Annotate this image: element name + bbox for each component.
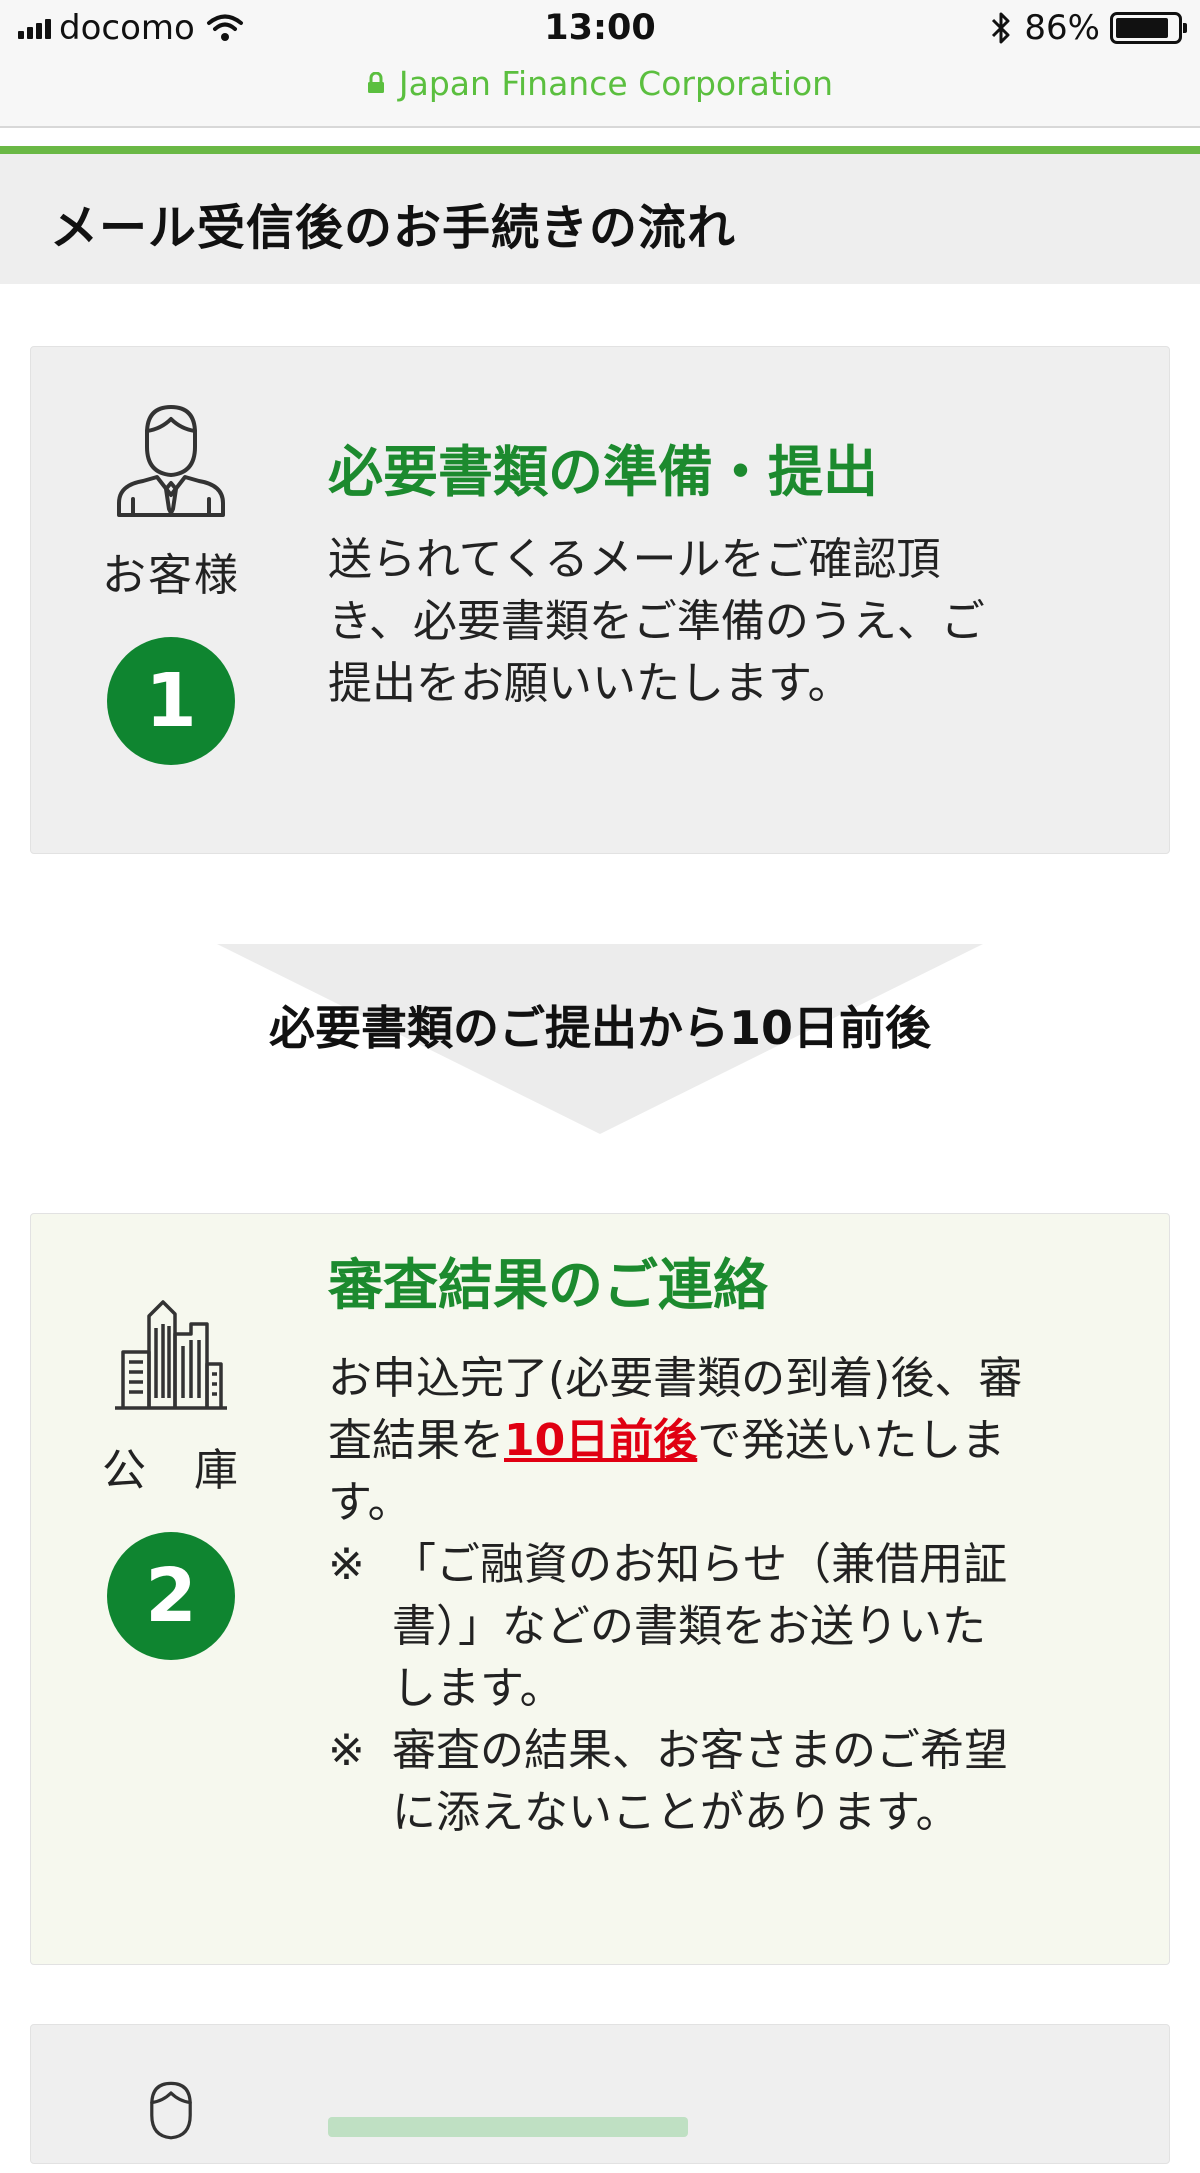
step-2-line: す。 [328,1477,412,1528]
battery-icon [1110,12,1187,44]
step-2-line-text: 査結果を [328,1415,504,1466]
highlight-days: 10日前後 [504,1415,698,1466]
customer-person-icon [150,2081,192,2140]
site-address[interactable]: Japan Finance Corporation [0,64,1200,103]
site-name: Japan Finance Corporation [398,64,834,103]
step-2-line: お申込完了(必要書類の到着)後、審 [328,1353,1023,1404]
browser-url-bar[interactable]: Japan Finance Corporation [0,56,1200,128]
step-1-actor: お客様 1 [31,399,311,765]
step-1-line: 送られてくるメールをご確認頂 [328,534,941,585]
step-1-number: 1 [107,637,235,765]
step-card-3 [30,2024,1170,2164]
step-3-title-fragment [328,2117,688,2137]
page-title: メール受信後のお手続きの流れ [50,200,737,256]
section-header: メール受信後のお手続きの流れ [0,154,1200,284]
note-mark: ※ [328,1725,365,1776]
step-2-note-1: ※ 「ご融資のお知らせ（兼借用証 書）」などの書類をお送りいた します。 [328,1534,1139,1720]
step-2-number: 2 [107,1532,235,1660]
step-2-description: お申込完了(必要書類の到着)後、審 査結果を10日前後で発送いたしま す。 [328,1348,1139,1534]
step-2-line-text: で発送いたしま [697,1415,1006,1466]
step-2-title: 審査結果のご連絡 [328,1253,769,1317]
note-line: します。 [392,1663,564,1714]
step-2-note-2: ※ 審査の結果、お客さまのご希望 に添えないことがあります。 [328,1720,1139,1844]
step-1-line: き、必要書類をご準備のうえ、ご [328,596,985,647]
step-card-1: お客様 1 必要書類の準備・提出 送られてくるメールをご確認頂 き、必要書類をご… [30,346,1170,854]
step-2-content: 審査結果のご連絡 お申込完了(必要書類の到着)後、審 査結果を10日前後で発送い… [328,1252,1139,1844]
note-mark: ※ [328,1539,365,1590]
note-line: 審査の結果、お客さまのご希望 [392,1725,1008,1776]
step-2-actor: 公 庫 2 [31,1294,311,1660]
customer-person-icon [117,405,225,517]
top-rule [0,146,1200,154]
step-2-actor-label: 公 庫 [102,1445,240,1496]
status-right: 86% [988,8,1187,48]
note-text: 審査の結果、お客さまのご希望 に添えないことがあります。 [392,1720,1008,1844]
note-line: 「ご融資のお知らせ（兼借用証 [392,1539,1008,1590]
transition-label: 必要書類のご提出から10日前後 [268,1001,931,1055]
step-1-line: 提出をお願いいたします。 [328,658,852,709]
status-bar: docomo 13:00 86% [0,0,1200,56]
step-2-line: 査結果を10日前後で発送いたしま [328,1410,1139,1472]
note-text: 「ご融資のお知らせ（兼借用証 書）」などの書類をお送りいた します。 [392,1534,1007,1720]
lock-icon [367,71,384,93]
note-line: に添えないことがあります。 [392,1787,960,1838]
step-1-description: 送られてくるメールをご確認頂 き、必要書類をご準備のうえ、ご 提出をお願いいたし… [328,529,1139,715]
step-1-content: 必要書類の準備・提出 送られてくるメールをご確認頂 き、必要書類をご準備のうえ、… [328,439,1139,715]
office-building-icon [115,1300,227,1410]
step-1-actor-label: お客様 [102,550,240,601]
battery-percent: 86% [1024,8,1100,48]
battery-fill [1116,18,1168,38]
bluetooth-icon [992,12,1010,44]
note-line: 書）」などの書類をお送りいた [392,1601,986,1652]
step-1-title: 必要書類の準備・提出 [328,440,879,504]
step-card-2: 公 庫 2 審査結果のご連絡 お申込完了(必要書類の到着)後、審 査結果を10日… [30,1213,1170,1965]
